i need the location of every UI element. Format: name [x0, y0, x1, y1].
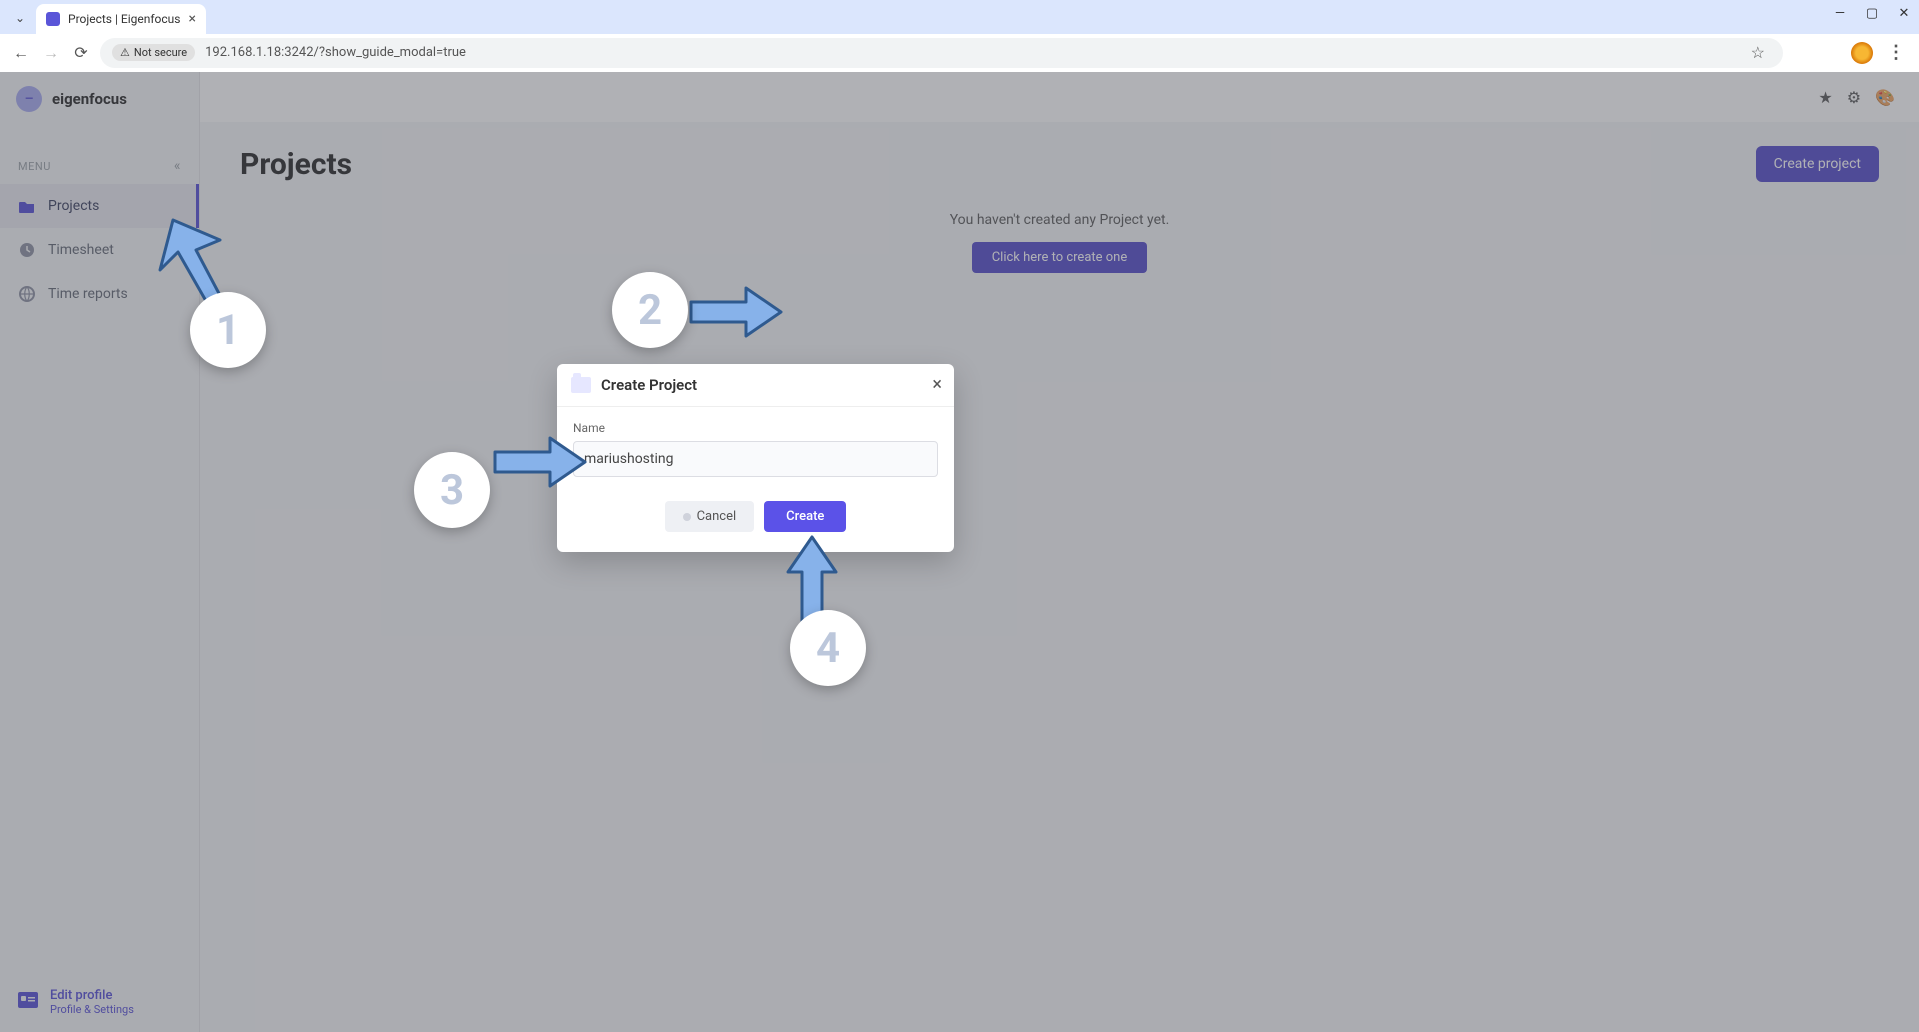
name-label: Name: [573, 421, 938, 435]
cancel-button[interactable]: Cancel: [665, 501, 755, 532]
favicon-icon: [46, 12, 60, 26]
annotation-arrow-2: [686, 282, 786, 342]
address-bar[interactable]: ⚠ Not secure 192.168.1.18:3242/?show_gui…: [100, 38, 1783, 68]
profile-avatar-icon[interactable]: [1851, 42, 1873, 64]
window-controls: — ▢ ✕: [1833, 6, 1911, 21]
tab-close-icon[interactable]: ×: [189, 11, 196, 27]
security-label: Not secure: [134, 46, 187, 59]
back-icon[interactable]: ←: [10, 42, 32, 64]
url-text: 192.168.1.18:3242/?show_guide_modal=true: [205, 45, 1741, 60]
modal-close-icon[interactable]: ×: [932, 374, 942, 395]
tabs-dropdown[interactable]: ⌄: [12, 10, 28, 26]
modal-actions: Cancel Create: [557, 495, 954, 552]
folder-icon: [571, 377, 591, 393]
create-button[interactable]: Create: [764, 501, 846, 532]
reload-icon[interactable]: ⟳: [70, 42, 92, 64]
browser-titlebar: ⌄ Projects | Eigenfocus × — ▢ ✕: [0, 0, 1919, 34]
forward-icon[interactable]: →: [40, 42, 62, 64]
modal-overlay: Create Project × Name Cancel Create: [0, 72, 1919, 1032]
maximize-icon[interactable]: ▢: [1865, 6, 1879, 21]
annotation-badge-1: 1: [190, 292, 266, 368]
annotation-arrow-3: [490, 432, 590, 492]
security-chip[interactable]: ⚠ Not secure: [112, 44, 195, 61]
modal-header: Create Project ×: [557, 364, 954, 407]
minimize-icon[interactable]: —: [1833, 6, 1847, 21]
modal-body: Name: [557, 407, 954, 495]
create-project-modal: Create Project × Name Cancel Create: [557, 364, 954, 552]
annotation-badge-2: 2: [612, 272, 688, 348]
warning-icon: ⚠: [120, 46, 130, 59]
bookmark-star-icon[interactable]: ☆: [1751, 43, 1765, 62]
app-shell: – eigenfocus MENU « Projects Timesheet T…: [0, 72, 1919, 1032]
close-icon[interactable]: ✕: [1897, 6, 1911, 21]
annotation-badge-3: 3: [414, 452, 490, 528]
browser-toolbar: ← → ⟳ ⚠ Not secure 192.168.1.18:3242/?sh…: [0, 34, 1919, 72]
tab-title: Projects | Eigenfocus: [68, 12, 181, 26]
annotation-badge-4: 4: [790, 610, 866, 686]
browser-tab[interactable]: Projects | Eigenfocus ×: [36, 4, 206, 34]
modal-title: Create Project: [601, 376, 697, 394]
browser-menu-icon[interactable]: ⋮: [1887, 42, 1905, 63]
project-name-input[interactable]: [573, 441, 938, 477]
